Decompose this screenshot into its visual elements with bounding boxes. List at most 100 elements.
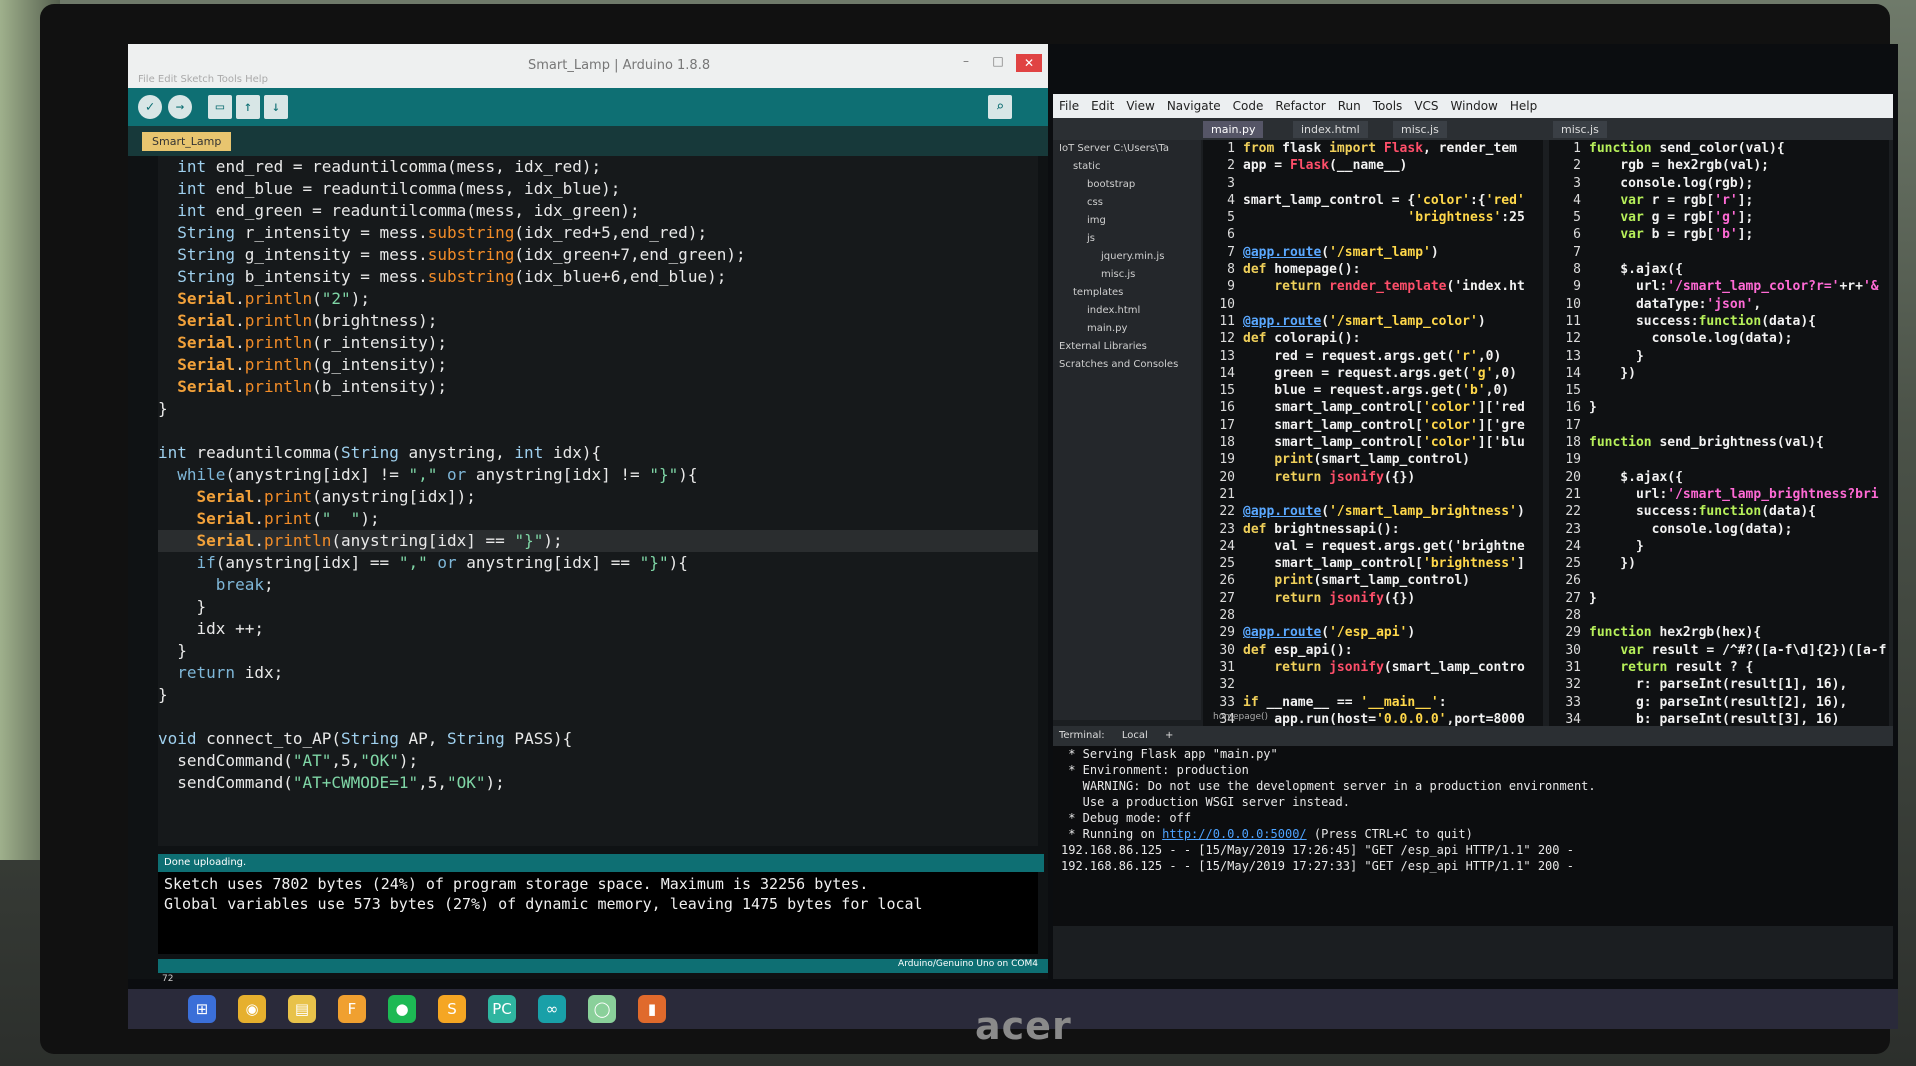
code-line: return render_template('index.ht [1274,279,1525,295]
line-number: 25 [1565,556,1581,572]
code-line: print(smart_lamp_control) [1274,573,1470,589]
line-number: 14 [1565,365,1581,381]
line-number: 9 [1573,279,1581,295]
open-icon[interactable]: ↑ [236,95,260,119]
tab-smart-lamp[interactable]: Smart_Lamp [142,132,232,151]
menu-item-edit[interactable]: Edit [1091,99,1114,113]
menu-item-view[interactable]: View [1126,99,1154,113]
code-line: function send_color(val){ [1589,141,1785,156]
menu-item-refactor[interactable]: Refactor [1275,99,1325,113]
minimize-icon[interactable]: – [956,54,976,72]
menu-item-window[interactable]: Window [1451,99,1498,113]
whatsapp-icon[interactable]: ◯ [588,995,616,1023]
menu-item-help[interactable]: Help [1510,99,1537,113]
terminal-tabs: Terminal: Local + [1053,726,1893,746]
tree-item[interactable]: index.html [1053,302,1201,320]
line-number: 24 [1219,538,1235,554]
menu-item-vcs[interactable]: VCS [1414,99,1438,113]
line-number: 6 [1227,227,1235,243]
app-icon[interactable]: ▮ [638,995,666,1023]
line-number: 20 [1565,469,1581,485]
terminal-line: Use a production WSGI server instead. [1061,795,1350,809]
line-number: 15 [1219,383,1235,399]
tree-item[interactable]: IoT Server C:\Users\Ta [1053,140,1201,158]
code-line: console.log(rgb); [1589,175,1754,191]
line-number: 27 [1565,590,1581,606]
code-line: function send_brightness(val){ [1589,435,1824,451]
tree-item[interactable]: templates [1053,284,1201,302]
new-icon[interactable]: ▭ [208,95,232,119]
line-number: 25 [1219,556,1235,572]
start-icon[interactable]: ⊞ [188,995,216,1023]
arduino-icon[interactable]: ∞ [538,995,566,1023]
line-number: 21 [1565,486,1581,502]
code-line: Serial.println(brightness); [177,311,438,330]
save-icon[interactable]: ↓ [264,95,288,119]
tree-item[interactable]: bootstrap [1053,176,1201,194]
code-line: } [1589,590,1597,606]
sublime-icon[interactable]: S [438,995,466,1023]
tree-item[interactable]: jquery.min.js [1053,248,1201,266]
menu-item-file[interactable]: File [1059,99,1079,113]
terminal-label: Terminal: [1059,730,1105,741]
tree-item[interactable]: External Libraries [1053,338,1201,356]
menu-item-navigate[interactable]: Navigate [1167,99,1221,113]
terminal-panel[interactable]: Terminal: Local + * Serving Flask app "m… [1053,726,1893,926]
line-number: 18 [1565,435,1581,451]
tab-index-html[interactable]: index.html [1293,121,1368,138]
menu-item-run[interactable]: Run [1338,99,1361,113]
tab-main-py[interactable]: main.py [1203,121,1264,138]
tree-item[interactable]: js [1053,230,1201,248]
monitor-screen: Smart_Lamp | Arduino 1.8.8 File Edit Ske… [128,44,1898,1029]
server-url-link[interactable]: http://0.0.0.0:5000/ [1162,827,1307,841]
line-number: 8 [1227,262,1235,278]
code-line: sendCommand("AT",5,"OK"); [158,751,419,770]
add-terminal-icon[interactable]: + [1165,730,1173,741]
serial-monitor-icon[interactable]: ⌕ [988,95,1012,119]
menu-item-tools[interactable]: Tools [1373,99,1403,113]
line-number: 12 [1565,331,1581,347]
breadcrumb[interactable]: homepage() [1213,712,1268,722]
python-editor[interactable]: 1 2 3 4 5 6 7 8 9 10 11 12 13 14 15 16 17 18 19 20 21 22 23 24 2… [1203,140,1543,740]
tab-misc-js-split[interactable]: misc.js [1553,121,1607,138]
code-line: red = request.args.get('r',0) [1243,348,1502,364]
code-line: def brightnessapi(): [1243,521,1400,537]
chrome-icon[interactable]: ◉ [238,995,266,1023]
tree-item[interactable]: Scratches and Consoles [1053,356,1201,374]
tab-misc-js[interactable]: misc.js [1393,121,1447,138]
code-line: }) [1589,556,1636,572]
arduino-code-editor[interactable]: int end_red = readuntilcomma(mess, idx_r… [158,156,1038,846]
code-line: def esp_api(): [1243,642,1353,658]
line-number: 13 [1565,348,1581,364]
tree-item[interactable]: css [1053,194,1201,212]
tree-item[interactable]: misc.js [1053,266,1201,284]
js-editor[interactable]: 1 2 3 4 5 6 7 8 9 10 11 12 13 14 15 16 17 18 19 20 21 22 23 24 2… [1549,140,1889,740]
line-number: 15 [1565,383,1581,399]
terminal-line: * Serving Flask app "main.py" [1061,747,1278,761]
upload-icon[interactable]: → [168,95,192,119]
terminal-line: * Environment: production [1061,763,1249,777]
code-line: if __name__ == '__main__': [1243,694,1447,710]
line-number: 32 [1565,677,1581,693]
code-line: rgb = hex2rgb(val); [1589,158,1770,174]
line-number: 3 [1573,175,1581,191]
pycharm-icon[interactable]: PC [488,995,516,1023]
menu-item-code[interactable]: Code [1233,99,1264,113]
tree-item[interactable]: static [1053,158,1201,176]
close-icon[interactable]: ✕ [1016,54,1042,72]
maximize-icon[interactable]: □ [988,54,1008,72]
tree-item[interactable]: main.py [1053,320,1201,338]
tree-item[interactable]: img [1053,212,1201,230]
line-number: 17 [1565,417,1581,433]
arduino-menubar[interactable]: File Edit Sketch Tools Help [138,74,268,85]
verify-icon[interactable]: ✓ [138,95,162,119]
spotify-icon[interactable]: ● [388,995,416,1023]
line-number: 9 [1227,279,1235,295]
line-number: 18 [1219,435,1235,451]
file-icon[interactable]: F [338,995,366,1023]
folder-icon[interactable]: ▤ [288,995,316,1023]
line-number: 19 [1219,452,1235,468]
terminal-tab-local[interactable]: Local [1122,730,1148,741]
